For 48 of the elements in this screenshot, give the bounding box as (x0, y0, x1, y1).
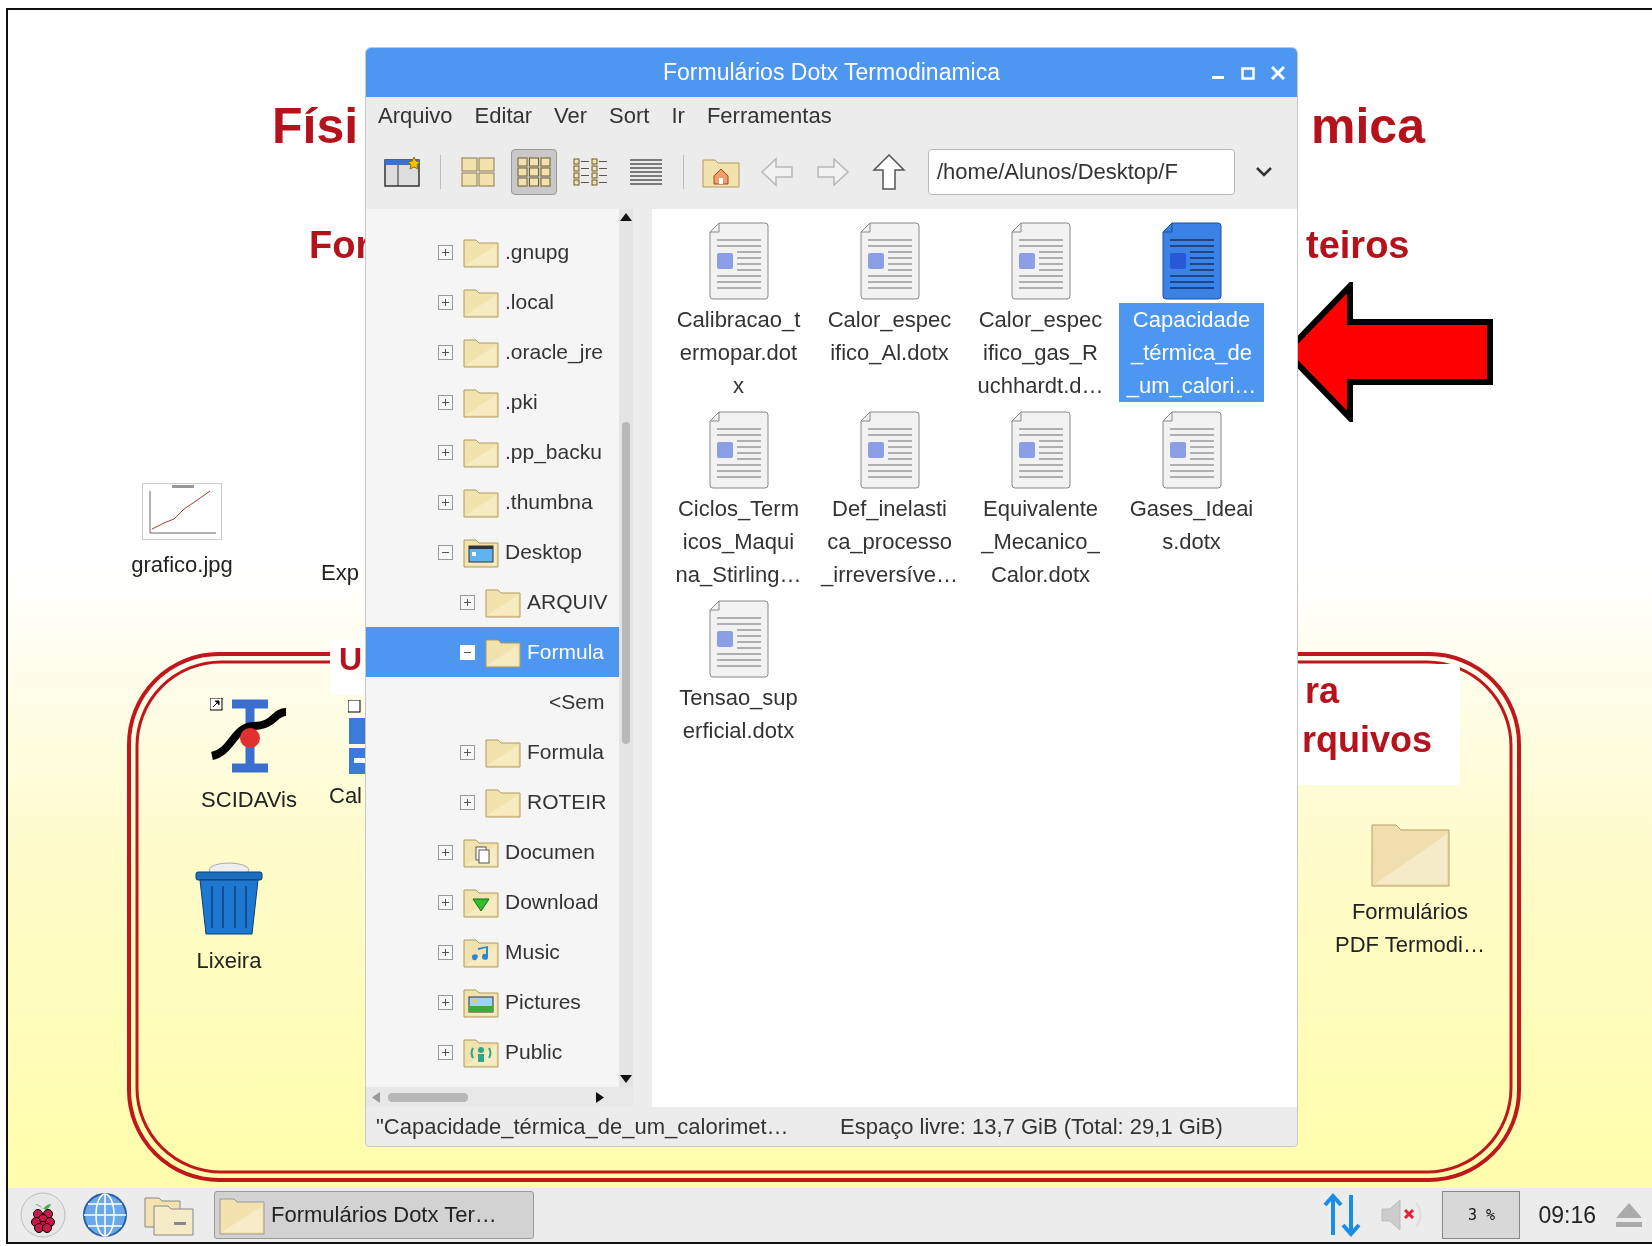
tree-item[interactable]: .oracle_jre (366, 327, 619, 377)
heading-text: rquivos (1302, 718, 1433, 762)
tree-item[interactable]: Documen (366, 827, 619, 877)
heading-text: mica (1311, 97, 1425, 156)
tree-item[interactable]: ARQUIV (366, 577, 619, 627)
file-name[interactable]: Tensao_sup erficial.dotx (666, 681, 811, 747)
menu-item[interactable]: Arquivo (378, 103, 453, 129)
tree-item[interactable]: ROTEIR (366, 777, 619, 827)
tree-item[interactable]: Public (366, 1027, 619, 1077)
tree-item[interactable]: .local (366, 277, 619, 327)
file-name[interactable]: Calor_espec ifico_gas_R uchhardt.d… (968, 303, 1113, 402)
file-name[interactable]: Gases_Ideai s.dotx (1119, 492, 1264, 558)
heading-text: teiros (1306, 223, 1410, 268)
tree-item[interactable]: <Sem (366, 677, 619, 727)
heading-text: U (339, 640, 363, 679)
address-field[interactable]: /home/Alunos/Desktop/F (928, 149, 1235, 195)
tree-item[interactable]: Formula (366, 727, 619, 777)
file-name[interactable]: Calor_espec ifico_Al.dotx (817, 303, 962, 369)
tree-item[interactable]: Desktop (366, 527, 619, 577)
menu-item[interactable]: Ferramentas (706, 103, 832, 129)
status-text: "Capacidade_térmica_de_um_calorimet… (376, 1113, 790, 1140)
file-name[interactable]: Equivalente _Mecanico_ Calor.dotx (968, 492, 1113, 591)
window-title: Formulários Dotx Termodinamica (662, 59, 1001, 86)
menu-item[interactable]: Editar (474, 103, 533, 129)
status-text: Espaço livre: 13,7 GiB (Total: 29,1 GiB) (840, 1113, 1223, 1140)
icon-label: Formulários PDF Termodi… (1335, 898, 1485, 959)
icon-label: Cal (329, 783, 362, 809)
icon-label: Lixeira (196, 947, 262, 975)
taskbar-window-button[interactable]: Formulários Dotx Ter… (214, 1191, 534, 1239)
tree-item[interactable]: Download (366, 877, 619, 927)
heading-text: Físi (272, 97, 359, 156)
file-name[interactable]: Ciclos_Term icos_Maqui na_Stirling… (666, 492, 811, 591)
file-name[interactable]: Calibracao_t ermopar.dot x (666, 303, 811, 402)
icon-label: grafico.jpg (131, 551, 233, 579)
tree-item[interactable]: .pki (366, 377, 619, 427)
tree-item[interactable]: .pp_backu (366, 427, 619, 477)
heading-text: ra (1305, 669, 1340, 713)
cpu-monitor: 3 % (1442, 1191, 1521, 1239)
file-name[interactable]: Def_inelasti ca_processo _irreversíve… (817, 492, 962, 591)
icon-label: SCIDAVis (201, 786, 297, 814)
tree-item[interactable]: Music (366, 927, 619, 977)
tree-item[interactable]: Pictures (366, 977, 619, 1027)
menu-item[interactable]: Ir (671, 103, 685, 129)
clock: 09:16 (1538, 1201, 1596, 1229)
menu-item[interactable]: Sort (609, 103, 650, 129)
icon-label: Exp (321, 560, 359, 586)
menu-item[interactable]: Ver (554, 103, 588, 129)
tree-item[interactable]: .thumbna (366, 477, 619, 527)
